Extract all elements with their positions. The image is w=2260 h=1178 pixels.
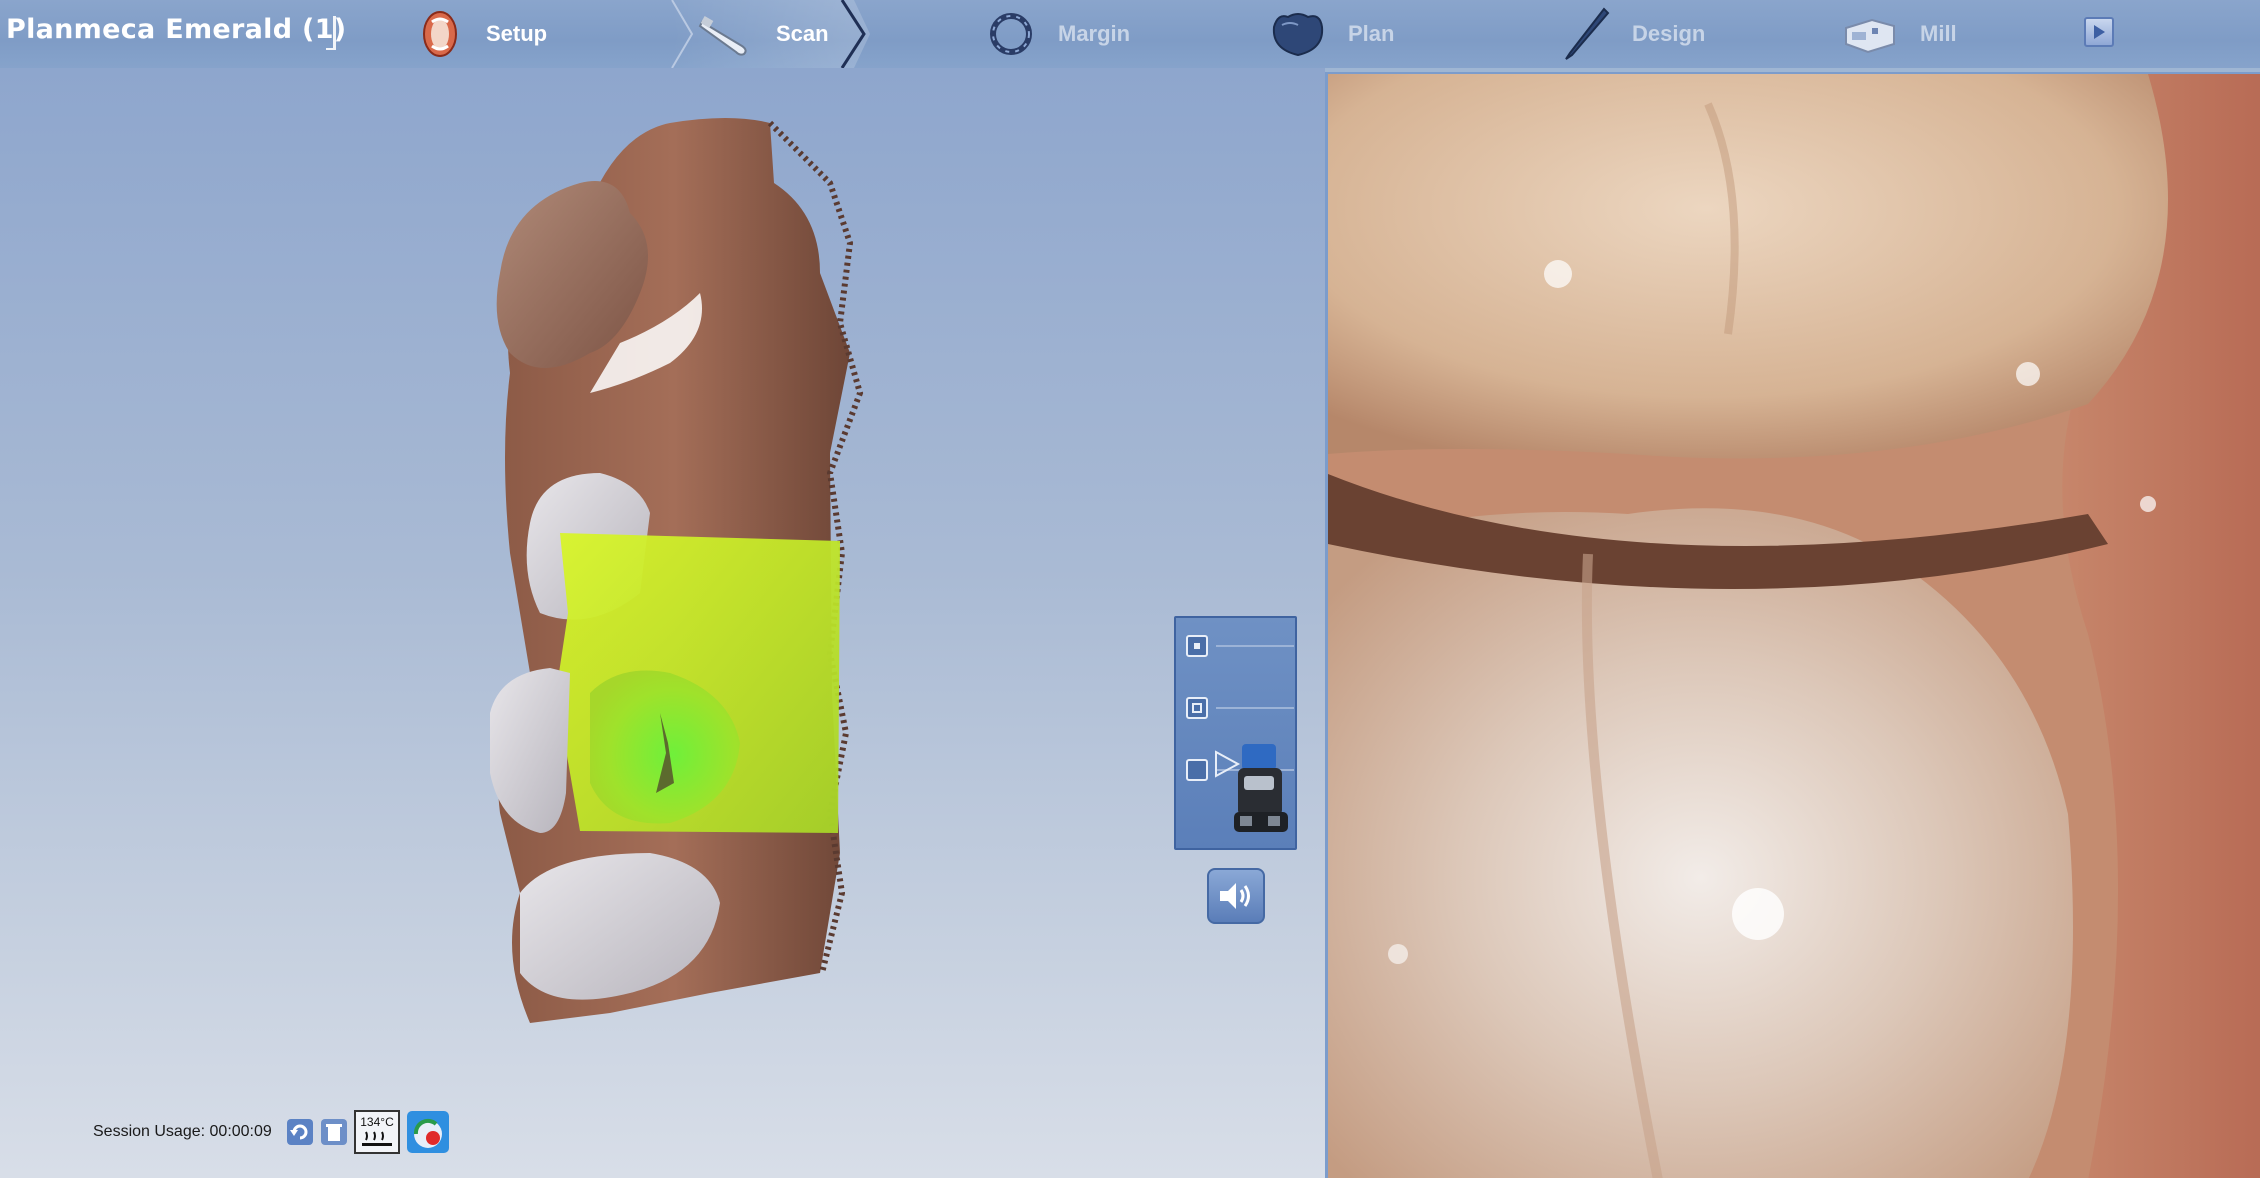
tip-status-icon[interactable] bbox=[406, 1110, 450, 1154]
step-setup[interactable]: Setup bbox=[416, 0, 547, 68]
workflow-bar: Planmeca Emerald (1) Setup Scan Margin P… bbox=[0, 0, 2260, 68]
small-square-icon bbox=[1186, 635, 1208, 657]
scanner-wand-icon bbox=[698, 12, 754, 56]
mill-machine-icon bbox=[1842, 14, 1898, 54]
step-label-margin: Margin bbox=[1058, 21, 1131, 46]
bite-scan-icon bbox=[1186, 759, 1208, 781]
autoclave-icon[interactable]: 134°C bbox=[353, 1110, 400, 1154]
scan-3d-viewport[interactable] bbox=[0, 68, 1325, 1178]
option-divider bbox=[1216, 707, 1294, 709]
intraoral-camera-view bbox=[1325, 72, 2260, 1178]
step-plan[interactable]: Plan bbox=[1270, 0, 1394, 68]
step-label-scan: Scan bbox=[776, 21, 829, 46]
step-mill[interactable]: Mill bbox=[1842, 0, 1957, 68]
crown-icon bbox=[1270, 9, 1326, 59]
session-usage-label: Session Usage: 00:00:09 bbox=[93, 1123, 272, 1140]
scan-option-medium[interactable] bbox=[1186, 694, 1294, 722]
jaw-icon bbox=[416, 8, 464, 60]
option-divider bbox=[1216, 645, 1294, 647]
medium-square-icon bbox=[1186, 697, 1208, 719]
app-title: Planmeca Emerald (1) bbox=[6, 14, 347, 45]
session-usage-value: 00:00:09 bbox=[209, 1123, 272, 1140]
scan-option-small[interactable] bbox=[1186, 632, 1294, 660]
step-label-design: Design bbox=[1632, 21, 1706, 46]
status-bar: Session Usage: 00:00:09 134°C bbox=[93, 1110, 456, 1154]
sound-toggle-button[interactable] bbox=[1207, 868, 1265, 924]
step-margin[interactable]: Margin bbox=[986, 0, 1130, 68]
speaker-icon bbox=[1220, 883, 1250, 909]
step-label-mill: Mill bbox=[1920, 21, 1957, 46]
design-pen-icon bbox=[1562, 7, 1610, 61]
autoclave-temp: 134°C bbox=[360, 1115, 394, 1129]
title-bracket bbox=[326, 16, 336, 50]
trash-icon[interactable] bbox=[320, 1118, 348, 1146]
step-scan[interactable]: Scan bbox=[698, 0, 829, 68]
margin-ring-icon bbox=[986, 9, 1036, 59]
tooth-scan-model[interactable] bbox=[470, 93, 910, 1053]
refresh-icon[interactable] bbox=[286, 1118, 314, 1146]
step-design[interactable]: Design bbox=[1562, 0, 1705, 68]
camera-image bbox=[1328, 74, 2260, 1178]
next-step-button[interactable] bbox=[2084, 17, 2114, 47]
active-chevron bbox=[840, 0, 866, 68]
step-label-plan: Plan bbox=[1348, 21, 1395, 46]
step-label-setup: Setup bbox=[486, 21, 548, 46]
play-icon bbox=[2094, 25, 2105, 39]
scanner-head-icon bbox=[1215, 744, 1288, 832]
scan-mode-panel bbox=[1174, 616, 1297, 850]
divider-chevron bbox=[671, 0, 694, 68]
